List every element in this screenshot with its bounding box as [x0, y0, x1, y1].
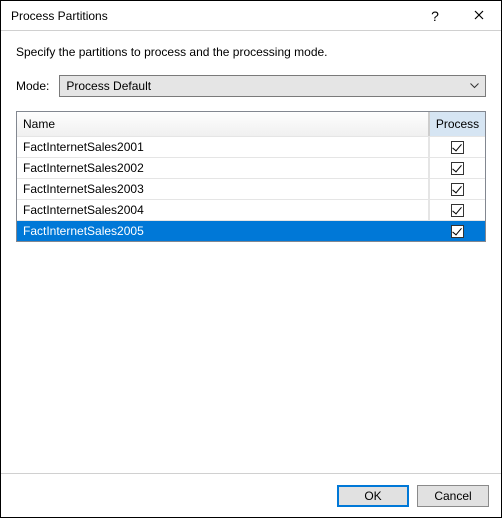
- close-button[interactable]: [457, 1, 501, 30]
- partition-name-cell: FactInternetSales2004: [17, 200, 429, 220]
- column-header-process-label: Process: [436, 117, 479, 131]
- process-checkbox[interactable]: [451, 162, 464, 175]
- table-row[interactable]: FactInternetSales2005: [17, 220, 485, 241]
- grid-body: FactInternetSales2001 FactInternetSales20…: [17, 136, 485, 241]
- dialog-content: Specify the partitions to process and th…: [1, 31, 501, 473]
- process-checkbox[interactable]: [451, 225, 464, 238]
- close-icon: [474, 9, 484, 23]
- partition-name: FactInternetSales2002: [23, 161, 144, 175]
- help-button[interactable]: ?: [413, 1, 457, 30]
- mode-select-value: Process Default: [66, 79, 151, 93]
- partition-name: FactInternetSales2001: [23, 140, 144, 154]
- mode-select[interactable]: Process Default: [59, 75, 486, 97]
- mode-row: Mode: Process Default: [16, 75, 486, 97]
- table-row[interactable]: FactInternetSales2002: [17, 157, 485, 178]
- titlebar: Process Partitions ?: [1, 1, 501, 31]
- partition-name: FactInternetSales2003: [23, 182, 144, 196]
- table-row[interactable]: FactInternetSales2001: [17, 136, 485, 157]
- column-header-process[interactable]: Process: [429, 112, 485, 136]
- instruction-text: Specify the partitions to process and th…: [16, 45, 486, 59]
- chevron-down-icon: [470, 81, 479, 92]
- partition-name: FactInternetSales2004: [23, 203, 144, 217]
- column-header-name-label: Name: [23, 117, 55, 131]
- process-checkbox[interactable]: [451, 141, 464, 154]
- mode-label: Mode:: [16, 79, 49, 93]
- ok-button[interactable]: OK: [337, 485, 409, 507]
- process-cell: [429, 158, 485, 178]
- partition-name-cell: FactInternetSales2002: [17, 158, 429, 178]
- column-header-name[interactable]: Name: [17, 112, 429, 136]
- table-row[interactable]: FactInternetSales2004: [17, 199, 485, 220]
- process-cell: [429, 179, 485, 199]
- process-cell: [429, 137, 485, 157]
- dialog-footer: OK Cancel: [1, 473, 501, 517]
- process-checkbox[interactable]: [451, 204, 464, 217]
- process-cell: [429, 221, 485, 241]
- help-icon: ?: [431, 8, 439, 24]
- partition-name-cell: FactInternetSales2005: [17, 221, 429, 241]
- window-title: Process Partitions: [11, 9, 413, 23]
- partitions-grid: Name Process FactInternetSales2001FactIn…: [16, 111, 486, 242]
- cancel-button[interactable]: Cancel: [417, 485, 489, 507]
- ok-button-label: OK: [364, 489, 381, 503]
- process-checkbox[interactable]: [451, 183, 464, 196]
- process-cell: [429, 200, 485, 220]
- cancel-button-label: Cancel: [434, 489, 471, 503]
- grid-header: Name Process: [17, 112, 485, 136]
- partition-name: FactInternetSales2005: [23, 224, 144, 238]
- partition-name-cell: FactInternetSales2001: [17, 137, 429, 157]
- partition-name-cell: FactInternetSales2003: [17, 179, 429, 199]
- table-row[interactable]: FactInternetSales2003: [17, 178, 485, 199]
